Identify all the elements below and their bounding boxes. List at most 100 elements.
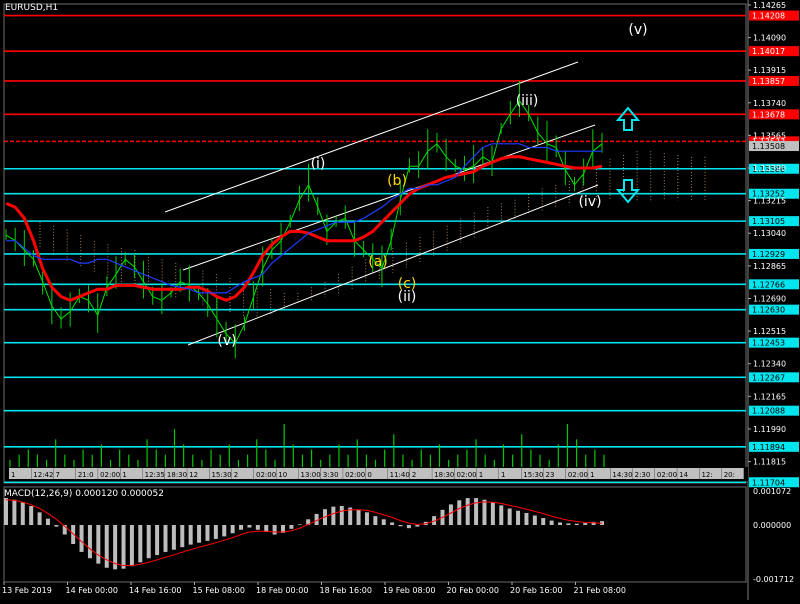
wave-label: (i): [311, 156, 326, 172]
time-label: 0: [367, 471, 371, 479]
y-tick-label: 1.14090: [753, 34, 786, 43]
macd-histogram-bar: [398, 525, 403, 527]
macd-histogram-bar: [163, 525, 168, 552]
x-tick-label: 13 Feb 2019: [2, 586, 52, 595]
y-tick-label: 1.11815: [753, 458, 786, 467]
macd-histogram-bar: [549, 520, 554, 525]
wave-label: (ii): [398, 289, 417, 305]
macd-histogram-bar: [205, 525, 210, 541]
macd-histogram-bar: [482, 499, 487, 525]
x-tick-label: 20 Feb 16:00: [510, 586, 562, 595]
macd-histogram-bar: [297, 524, 302, 525]
macd-histogram-bar: [339, 506, 344, 525]
macd-histogram-bar: [230, 525, 235, 534]
time-label: 20:: [724, 471, 735, 479]
time-label: 12:42: [33, 471, 53, 479]
wave-label: (iii): [516, 93, 539, 109]
level-price-label: 1.12088: [752, 407, 785, 416]
y-tick-label: 1.12690: [753, 294, 786, 303]
macd-histogram-bar: [272, 525, 277, 535]
y-tick-label: 1.13215: [753, 197, 786, 206]
wave-label: (v): [628, 22, 647, 38]
macd-histogram-bar: [171, 525, 176, 550]
macd-y-tick-label: 0.000000: [753, 521, 791, 530]
macd-histogram-bar: [356, 509, 361, 525]
x-tick-label: 18 Feb 16:00: [320, 586, 372, 595]
time-label: 23: [546, 471, 555, 479]
level-price-label: 1.13857: [752, 77, 785, 86]
x-tick-label: 19 Feb 08:00: [383, 586, 435, 595]
level-price-label: 1.11704: [752, 478, 785, 487]
y-tick-label: 1.12515: [753, 327, 786, 336]
x-tick-label: 18 Feb 00:00: [256, 586, 308, 595]
y-tick-label: 1.11990: [753, 425, 786, 434]
macd-label: MACD(12,26,9) 0.000120 0.000052: [4, 489, 164, 499]
price-chart[interactable]: 1.142081.140171.138571.136781.135331.133…: [0, 0, 800, 600]
macd-histogram-bar: [507, 508, 512, 525]
level-price-label: 1.12267: [752, 373, 785, 382]
macd-y-tick-label: -0.001712: [753, 575, 794, 584]
time-label: 02:00: [657, 471, 677, 479]
y-tick-label: 1.13915: [753, 66, 786, 75]
level-price-label: 1.13678: [752, 110, 785, 119]
level-price-label: 1.12453: [752, 339, 785, 348]
macd-histogram-bar: [222, 525, 227, 537]
time-label: 02:00: [568, 471, 588, 479]
macd-y-tick-label: 0.001072: [753, 487, 791, 496]
level-price-label: 1.11894: [752, 443, 785, 452]
y-tick-label: 1.12165: [753, 392, 786, 401]
macd-histogram-bar: [155, 525, 160, 556]
time-label: 14: [679, 471, 688, 479]
time-label: 15:30: [211, 471, 231, 479]
x-tick-label: 14 Feb 16:00: [129, 586, 181, 595]
time-label: 21:0: [78, 471, 94, 479]
macd-histogram-bar: [20, 502, 25, 525]
macd-histogram-bar: [29, 506, 34, 525]
macd-histogram-bar: [247, 525, 252, 528]
wave-label: (v): [217, 333, 236, 349]
time-label: 13:00: [301, 471, 321, 479]
macd-histogram-bar: [96, 525, 101, 564]
time-label: 2: [412, 471, 416, 479]
chart-window[interactable]: 1.142081.140171.138571.136781.135331.133…: [0, 0, 800, 600]
macd-histogram-bar: [239, 525, 244, 530]
macd-histogram-bar: [524, 512, 529, 525]
time-label: 12:35: [145, 471, 165, 479]
current-price-label: 1.13508: [752, 142, 785, 151]
macd-histogram-bar: [390, 522, 395, 525]
macd-histogram-bar: [465, 498, 470, 525]
x-tick-label: 15 Feb 08:00: [193, 586, 245, 595]
macd-histogram-bar: [490, 502, 495, 525]
macd-histogram-bar: [381, 519, 386, 525]
macd-histogram-bar: [138, 525, 143, 563]
macd-histogram-bar: [541, 518, 546, 525]
time-label: 02:00: [100, 471, 120, 479]
time-label: 18:30: [167, 471, 187, 479]
macd-histogram-bar: [54, 525, 59, 527]
macd-histogram-bar: [255, 525, 260, 530]
time-label: 2:30: [635, 471, 651, 479]
x-tick-label: 14 Feb 00:00: [66, 586, 118, 595]
time-label: 02:00: [256, 471, 276, 479]
macd-histogram-bar: [121, 525, 126, 569]
macd-histogram-bar: [289, 525, 294, 529]
symbol-label: EURUSD,H1: [5, 3, 59, 13]
level-price-label: 1.12929: [752, 250, 785, 259]
macd-histogram-bar: [4, 498, 8, 525]
macd-histogram-bar: [499, 505, 504, 525]
time-label: 02:00: [456, 471, 476, 479]
macd-histogram-bar: [574, 523, 579, 525]
time-label: 7: [56, 471, 60, 479]
y-tick-label: 1.14265: [753, 1, 786, 10]
macd-histogram-bar: [104, 525, 109, 568]
y-tick-label: 1.12340: [753, 360, 786, 369]
macd-histogram-bar: [12, 499, 17, 525]
time-label: 15:30: [523, 471, 543, 479]
time-label: 2: [234, 471, 238, 479]
macd-histogram-bar: [415, 525, 420, 527]
level-price-label: 1.14017: [752, 47, 785, 56]
time-label: 12: [189, 471, 198, 479]
y-tick-label: 1.12865: [753, 262, 786, 271]
level-price-label: 1.12766: [752, 280, 785, 289]
time-label: 12:: [701, 471, 712, 479]
